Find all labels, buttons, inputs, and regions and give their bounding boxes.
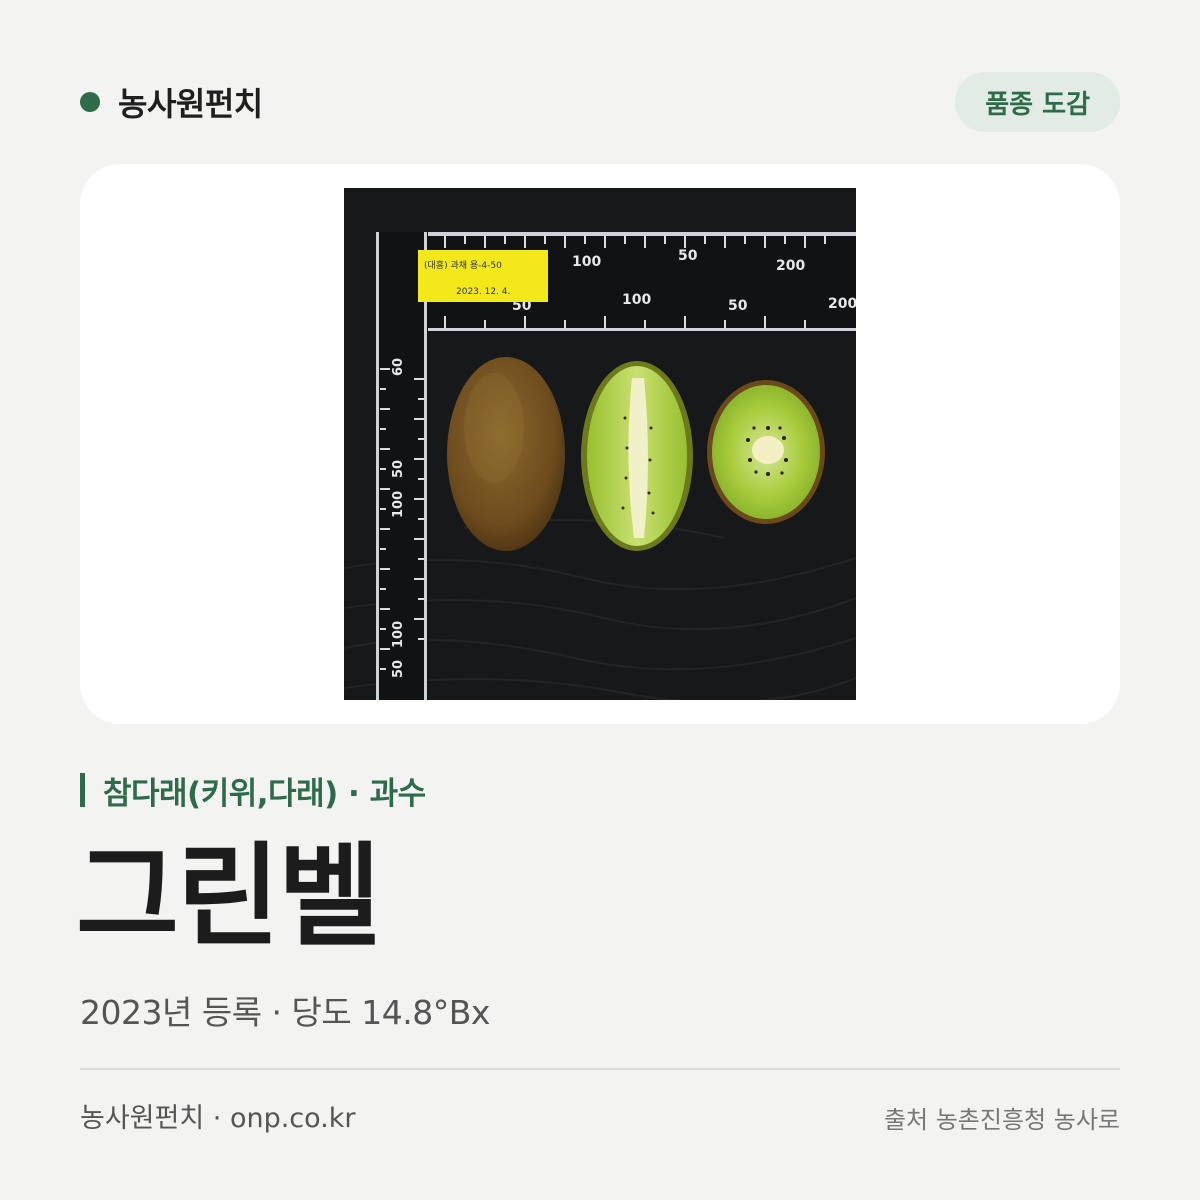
category-badge[interactable]: 품종 도감 xyxy=(955,72,1120,132)
crop-category: 참다래(키위,다래) · 과수 xyxy=(80,768,426,812)
variety-name: 그린벨 xyxy=(76,832,381,962)
svg-text:50: 50 xyxy=(728,298,748,314)
svg-text:50: 50 xyxy=(391,460,406,478)
category-accent-bar xyxy=(80,773,85,807)
divider xyxy=(80,1068,1120,1070)
svg-text:100: 100 xyxy=(572,254,601,270)
category-text: 참다래(키위,다래) · 과수 xyxy=(103,775,426,812)
svg-text:100: 100 xyxy=(391,491,406,518)
sample-label-line2: 2023. 12. 4. xyxy=(456,287,510,297)
image-card: 100 50 200 50 100 50 200 60 50 100 100 5… xyxy=(80,164,1120,724)
kiwi-photo: 100 50 200 50 100 50 200 60 50 100 100 5… xyxy=(344,188,856,700)
header: 농사원펀치 품종 도감 xyxy=(80,72,1120,132)
svg-text:100: 100 xyxy=(391,621,406,648)
brand[interactable]: 농사원펀치 xyxy=(80,72,263,132)
brand-name: 농사원펀치 xyxy=(118,85,263,123)
svg-text:200: 200 xyxy=(828,296,856,312)
brand-dot-icon xyxy=(80,92,100,112)
svg-text:200: 200 xyxy=(776,258,805,274)
svg-text:60: 60 xyxy=(391,358,406,376)
svg-text:50: 50 xyxy=(678,248,698,264)
kiwi-photo-illustration: 100 50 200 50 100 50 200 60 50 100 100 5… xyxy=(344,188,856,700)
sample-label-line1: (대흥) 과채 용-4-50 xyxy=(424,259,502,271)
svg-text:100: 100 xyxy=(622,292,651,308)
svg-text:50: 50 xyxy=(391,660,406,678)
footer-source: 출처 농촌진흥청 농사로 xyxy=(883,1106,1120,1134)
variety-meta: 2023년 등록 · 당도 14.8°Bx xyxy=(80,993,490,1032)
footer-site[interactable]: 농사원펀치 · onp.co.kr xyxy=(80,1100,356,1138)
